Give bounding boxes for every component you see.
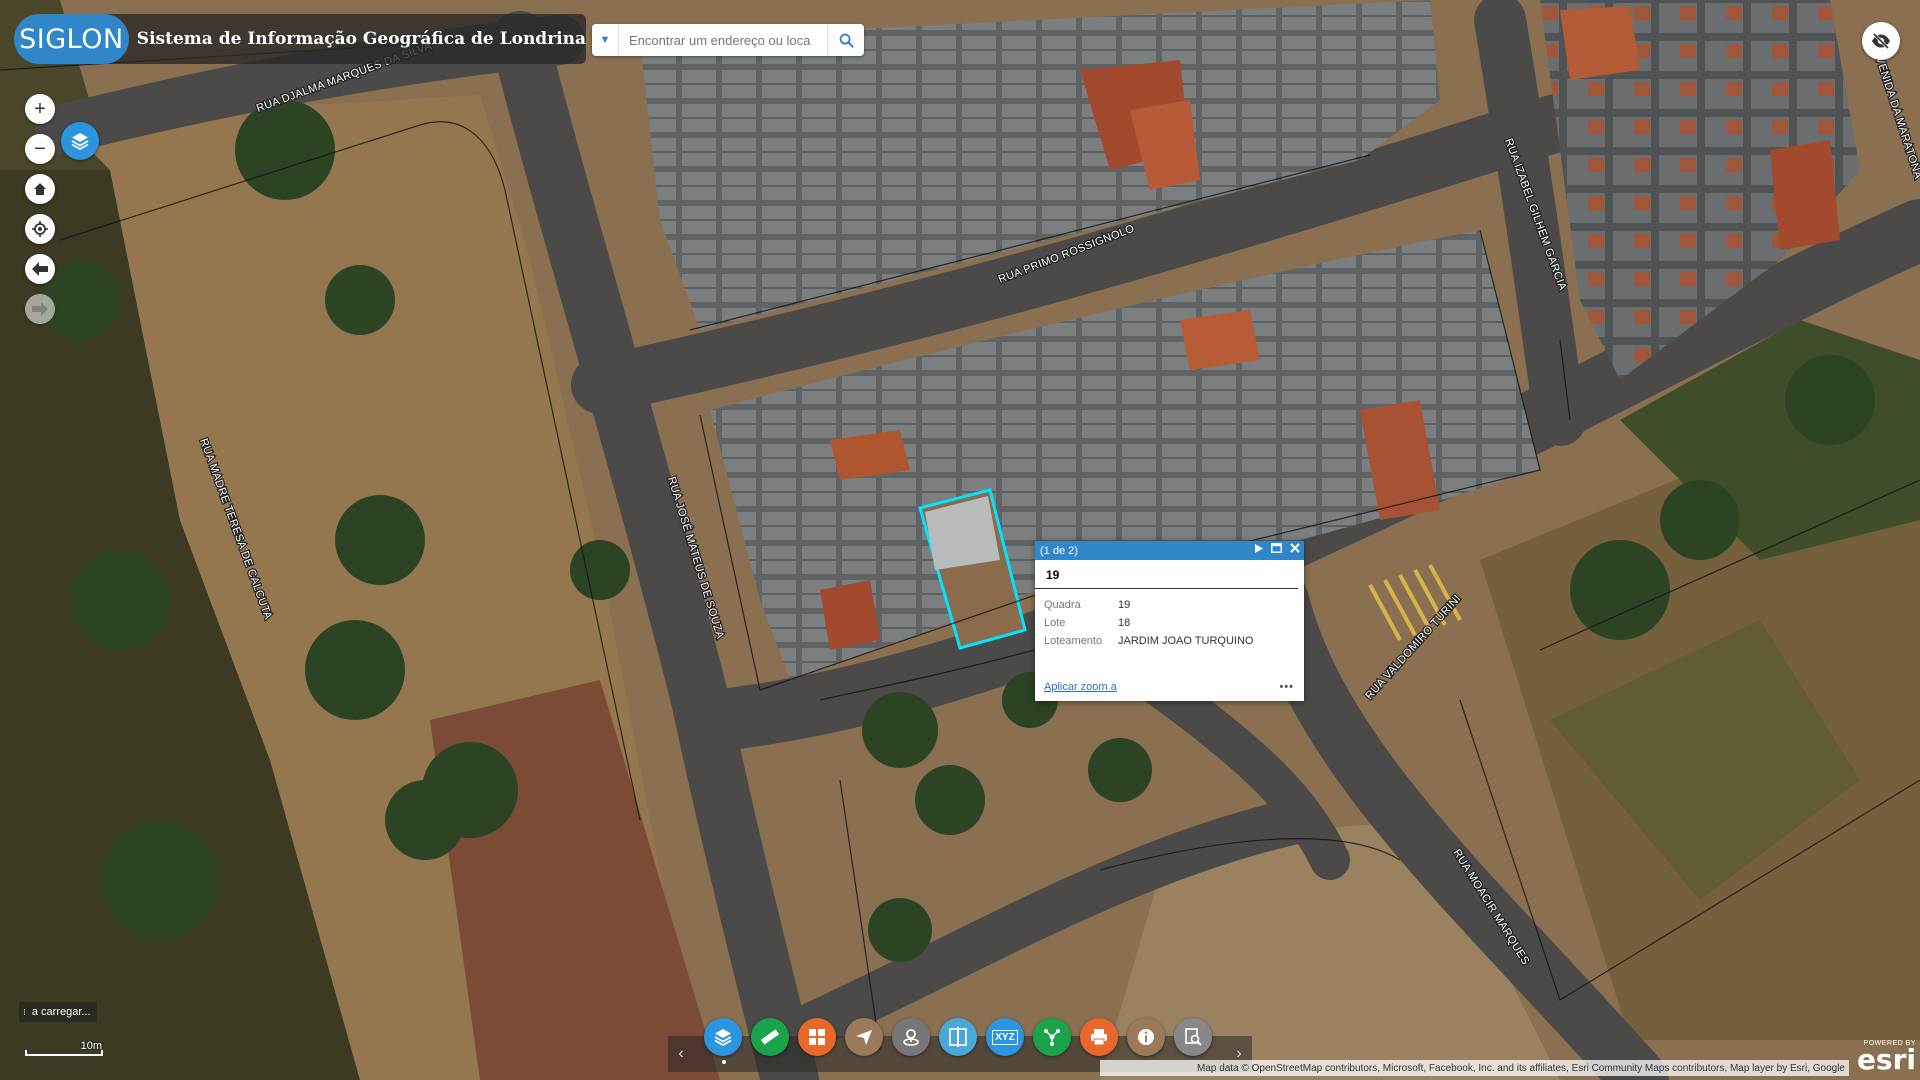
play-icon [1255,543,1263,553]
popup-counter: (1 de 2) [1040,544,1078,557]
toolbar-prev-button[interactable]: ‹ [674,1043,688,1065]
attribute-row: Quadra 19 [1044,596,1253,614]
previous-extent-button[interactable] [25,254,55,284]
map-attribution: Map data © OpenStreetMap contributors, M… [1100,1060,1849,1076]
search-button[interactable] [827,24,864,56]
toolbar-swipe-button[interactable] [939,1018,977,1056]
close-popup-button[interactable] [1290,543,1300,556]
search-document-icon [1185,1028,1202,1046]
attribute-key: Quadra [1044,599,1081,611]
toolbar-query-button[interactable] [1174,1018,1212,1056]
plus-icon: + [34,98,46,120]
xyz-icon: XYZ [992,1029,1018,1045]
toolbar-coordinates-button[interactable]: XYZ [986,1018,1024,1056]
toolbar-measure-button[interactable] [751,1018,789,1056]
hide-ui-button[interactable] [1862,22,1900,60]
scale-bar-label: 10m [80,1040,102,1052]
chevron-down-icon: ▼ [599,34,611,46]
grid-icon [809,1029,825,1045]
scale-bar: 10m [25,1040,103,1060]
toolbar-print-button[interactable] [1080,1018,1118,1056]
layers-toggle-button[interactable] [61,122,99,160]
loading-indicator: ⁝ a carregar... [19,1002,97,1022]
attribute-key: Loteamento [1044,635,1103,647]
attribute-key: Lote [1044,617,1066,629]
toolbar-locate-button[interactable] [892,1018,930,1056]
ruler-icon [760,1029,780,1045]
loading-text: a carregar... [31,1006,91,1018]
popup-header: (1 de 2) [1035,541,1304,560]
next-feature-button[interactable] [1255,543,1263,556]
search-input[interactable] [619,25,827,55]
chevron-left-icon: ‹ [678,1045,684,1062]
nodes-icon [1044,1029,1060,1046]
feature-popup: (1 de 2) 19 Quadra 19 Lote 18 Loteamento… [1035,541,1304,701]
home-button[interactable] [25,174,55,204]
toolbar-about-button[interactable] [1127,1018,1165,1056]
popup-attributes: Quadra 19 Lote 18 Loteamento JARDIM JOAO… [1044,596,1253,650]
search-icon [839,33,854,48]
attribute-value: 18 [1118,617,1131,629]
zoom-to-link[interactable]: Aplicar zoom a [1044,681,1117,693]
arrow-left-icon [32,262,48,276]
arrow-right-icon [32,302,48,316]
more-actions-button[interactable]: ••• [1279,681,1294,693]
toolbar-draw-button[interactable] [845,1018,883,1056]
layers-icon [71,133,89,151]
map-view[interactable]: RUA DJALMA MARQUES DA SILVA RUA PRIMO RO… [0,0,1920,1080]
spinner-icon: ⁝ [23,1006,26,1017]
search-widget: ▼ [592,24,864,56]
swipe-icon [949,1027,967,1047]
maximize-button[interactable] [1271,543,1282,556]
app-title: Sistema de Informação Geográfica de Lond… [136,29,586,49]
toolbar-basemap-button[interactable] [798,1018,836,1056]
esri-logo[interactable]: POWERED BY esri [1850,1040,1916,1078]
attribute-row: Lote 18 [1044,614,1253,632]
home-icon [34,183,46,195]
zoom-in-button[interactable]: + [25,94,55,124]
zoom-out-button[interactable]: − [25,134,55,164]
eye-slash-icon [1872,33,1890,49]
popup-footer: Aplicar zoom a ••• [1044,681,1294,693]
crosshair-icon [32,221,48,237]
close-icon [1290,543,1300,553]
attribute-value: JARDIM JOAO TURQUINO [1118,635,1254,647]
esri-brand: esri [1856,1043,1916,1076]
locate-button[interactable] [25,214,55,244]
popup-title: 19 [1035,560,1298,589]
attribute-row: Loteamento JARDIM JOAO TURQUINO [1044,632,1253,650]
map-pin-icon [903,1029,919,1046]
next-extent-button[interactable] [25,294,55,324]
printer-icon [1091,1029,1107,1046]
attribute-value: 19 [1118,599,1131,611]
toolbar-layers-button[interactable] [704,1018,742,1056]
toolbar-page-indicator [722,1060,726,1064]
siglon-logo[interactable]: SIGLON [14,14,129,64]
minus-icon: − [34,138,46,160]
info-icon [1138,1029,1154,1045]
layers-icon [714,1029,732,1047]
maximize-icon [1271,543,1282,553]
search-source-dropdown[interactable]: ▼ [592,24,619,56]
app-header: SIGLON Sistema de Informação Geográfica … [14,14,586,64]
paper-plane-icon [856,1030,872,1045]
toolbar-geoprocessing-button[interactable] [1033,1018,1071,1056]
